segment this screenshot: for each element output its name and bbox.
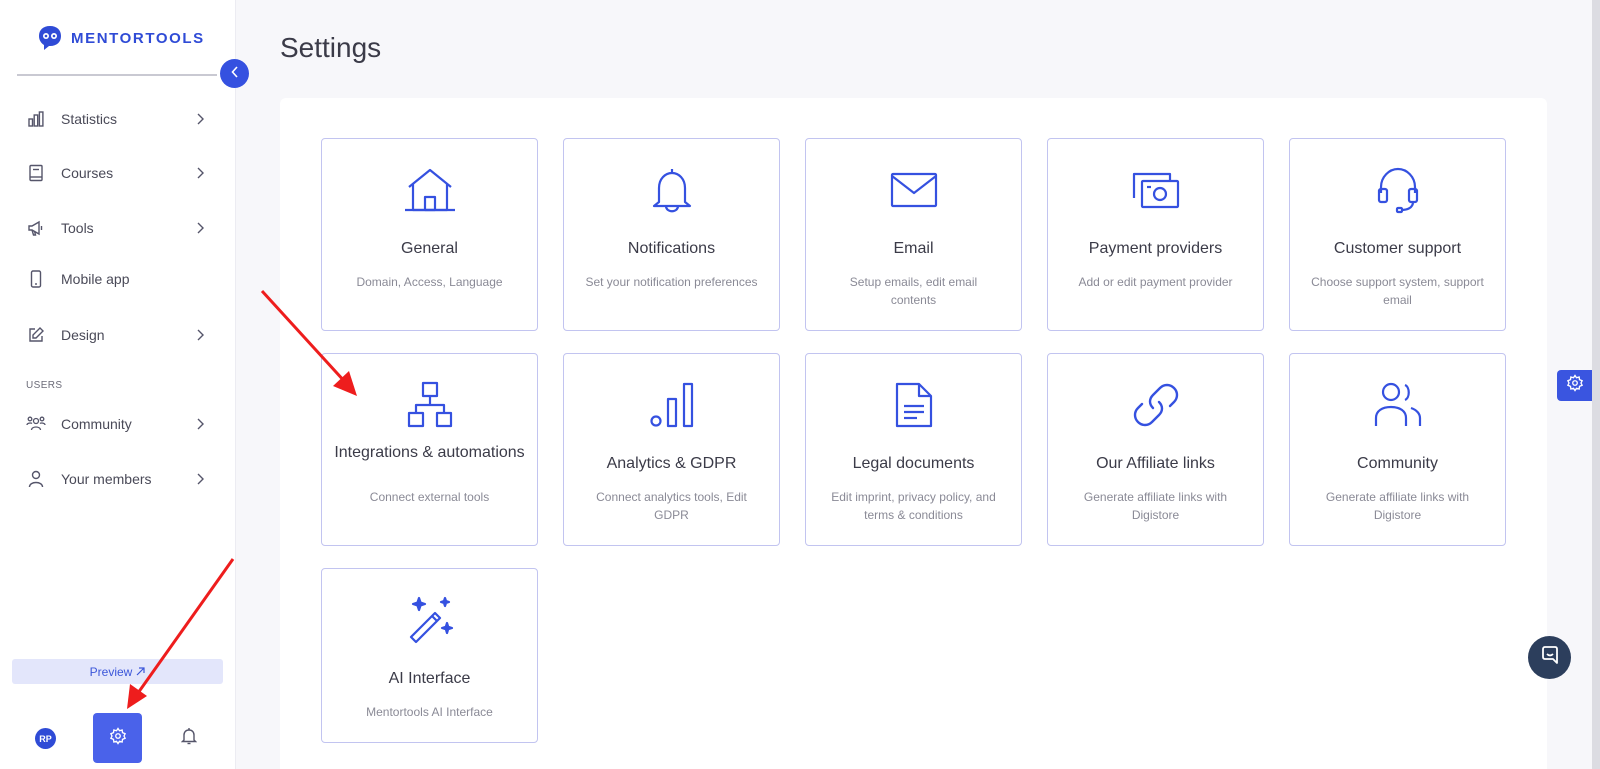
card-title: Analytics & GDPR: [606, 455, 737, 472]
collapse-sidebar-button[interactable]: [220, 59, 249, 88]
money-icon: [1048, 165, 1263, 215]
chat-launcher-button[interactable]: [1528, 636, 1571, 679]
bell-icon: [180, 727, 198, 750]
chevron-right-icon: [194, 222, 206, 234]
headset-icon: [1290, 165, 1505, 215]
hierarchy-icon: [322, 380, 537, 430]
notifications-button[interactable]: [178, 727, 200, 749]
card-description: Generate affiliate links with Digistore: [1083, 490, 1228, 522]
card-title: AI Interface: [388, 670, 471, 687]
card-title: Our Affiliate links: [1096, 455, 1215, 472]
card-general[interactable]: General Domain, Access, Language: [321, 138, 538, 331]
logo-robot-icon: [39, 26, 61, 50]
chevron-right-icon: [194, 473, 206, 485]
preview-button[interactable]: Preview: [12, 659, 223, 684]
preview-label: Preview: [89, 664, 133, 679]
card-ai-interface[interactable]: AI Interface Mentortools AI Interface: [321, 568, 538, 743]
sidebar-item-tools[interactable]: Tools: [26, 216, 206, 240]
card-customer-support[interactable]: Customer support Choose support system, …: [1289, 138, 1506, 331]
card-description: Connect external tools: [369, 490, 490, 504]
card-title: Legal documents: [852, 455, 975, 472]
sidebar-item-design[interactable]: Design: [26, 323, 206, 347]
avatar[interactable]: RP: [35, 728, 56, 749]
edit-icon: [26, 325, 46, 345]
magic-wand-icon: [322, 595, 537, 645]
sidebar-item-label: Courses: [61, 165, 114, 181]
logo[interactable]: MENTORTOOLS: [36, 24, 205, 52]
smartphone-icon: [26, 269, 46, 289]
settings-panel: General Domain, Access, Language Notific…: [280, 98, 1547, 769]
page-title: Settings: [280, 32, 382, 63]
chevron-right-icon: [194, 113, 206, 125]
sidebar-item-label: Statistics: [61, 111, 118, 127]
chevron-right-icon: [194, 418, 206, 430]
card-title: Payment providers: [1088, 240, 1223, 257]
chevron-right-icon: [194, 167, 206, 179]
settings-button[interactable]: [93, 713, 142, 763]
card-title: Email: [893, 240, 934, 257]
card-our-affiliate-links[interactable]: Our Affiliate links Generate affiliate l…: [1047, 353, 1264, 546]
section-title-users: USERS: [26, 380, 63, 391]
card-title: Notifications: [627, 240, 716, 257]
card-legal-documents[interactable]: Legal documents Edit imprint, privacy po…: [805, 353, 1022, 546]
card-title: Customer support: [1333, 240, 1462, 257]
sidebar-item-statistics[interactable]: Statistics: [26, 107, 206, 131]
card-integrations-automations[interactable]: Integrations & automations Connect exter…: [321, 353, 538, 546]
card-analytics-gdpr[interactable]: Analytics & GDPR Connect analytics tools…: [563, 353, 780, 546]
sidebar-item-label: Your members: [61, 471, 152, 487]
gear-icon: [109, 726, 127, 750]
card-community[interactable]: Community Generate affiliate links with …: [1289, 353, 1506, 546]
bar-chart-icon: [26, 109, 46, 129]
sidebar-item-mobile-app[interactable]: Mobile app: [26, 267, 206, 291]
people-icon: [26, 414, 46, 434]
sidebar: MENTORTOOLS Statistics Courses Tools Mob…: [0, 0, 236, 769]
page-scrollbar[interactable]: [1592, 0, 1600, 769]
sidebar-divider: [17, 74, 217, 76]
card-description: Set your notification preferences: [585, 275, 758, 289]
card-description: Generate affiliate links with Digistore: [1325, 490, 1470, 522]
bell-icon: [564, 165, 779, 215]
external-link-icon: [136, 665, 145, 679]
card-title: General: [401, 240, 458, 257]
card-description: Connect analytics tools, Edit GDPR: [596, 490, 747, 522]
sidebar-item-label: Community: [61, 416, 132, 432]
card-notifications[interactable]: Notifications Set your notification pref…: [563, 138, 780, 331]
card-title: Community: [1357, 455, 1438, 472]
users-icon: [1290, 380, 1505, 430]
link-icon: [1048, 380, 1263, 430]
card-description: Choose support system, support email: [1311, 275, 1484, 307]
card-title: Integrations & automations: [334, 444, 525, 461]
floating-settings-button[interactable]: [1557, 370, 1592, 401]
card-email[interactable]: Email Setup emails, edit email contents: [805, 138, 1022, 331]
house-icon: [322, 165, 537, 215]
user-icon: [26, 469, 46, 489]
sidebar-item-label: Tools: [61, 220, 94, 236]
envelope-icon: [806, 165, 1021, 215]
signal-bars-icon: [564, 380, 779, 430]
sidebar-item-label: Mobile app: [61, 271, 130, 287]
gear-icon: [1566, 374, 1584, 397]
sidebar-item-community[interactable]: Community: [26, 412, 206, 436]
sidebar-item-courses[interactable]: Courses: [26, 161, 206, 185]
card-description: Mentortools AI Interface: [366, 705, 493, 719]
sidebar-item-label: Design: [61, 327, 105, 343]
sidebar-item-your-members[interactable]: Your members: [26, 467, 206, 491]
card-description: Add or edit payment provider: [1078, 275, 1233, 289]
chat-icon: [1540, 645, 1560, 670]
book-icon: [26, 163, 46, 183]
card-description: Edit imprint, privacy policy, and terms …: [831, 490, 996, 522]
chevron-right-icon: [194, 329, 206, 341]
chevron-left-icon: [230, 65, 239, 83]
card-payment-providers[interactable]: Payment providers Add or edit payment pr…: [1047, 138, 1264, 331]
card-description: Domain, Access, Language: [356, 275, 503, 289]
logo-text: MENTORTOOLS: [71, 29, 205, 47]
document-icon: [806, 380, 1021, 430]
megaphone-icon: [26, 218, 46, 238]
card-description: Setup emails, edit email contents: [849, 275, 978, 307]
